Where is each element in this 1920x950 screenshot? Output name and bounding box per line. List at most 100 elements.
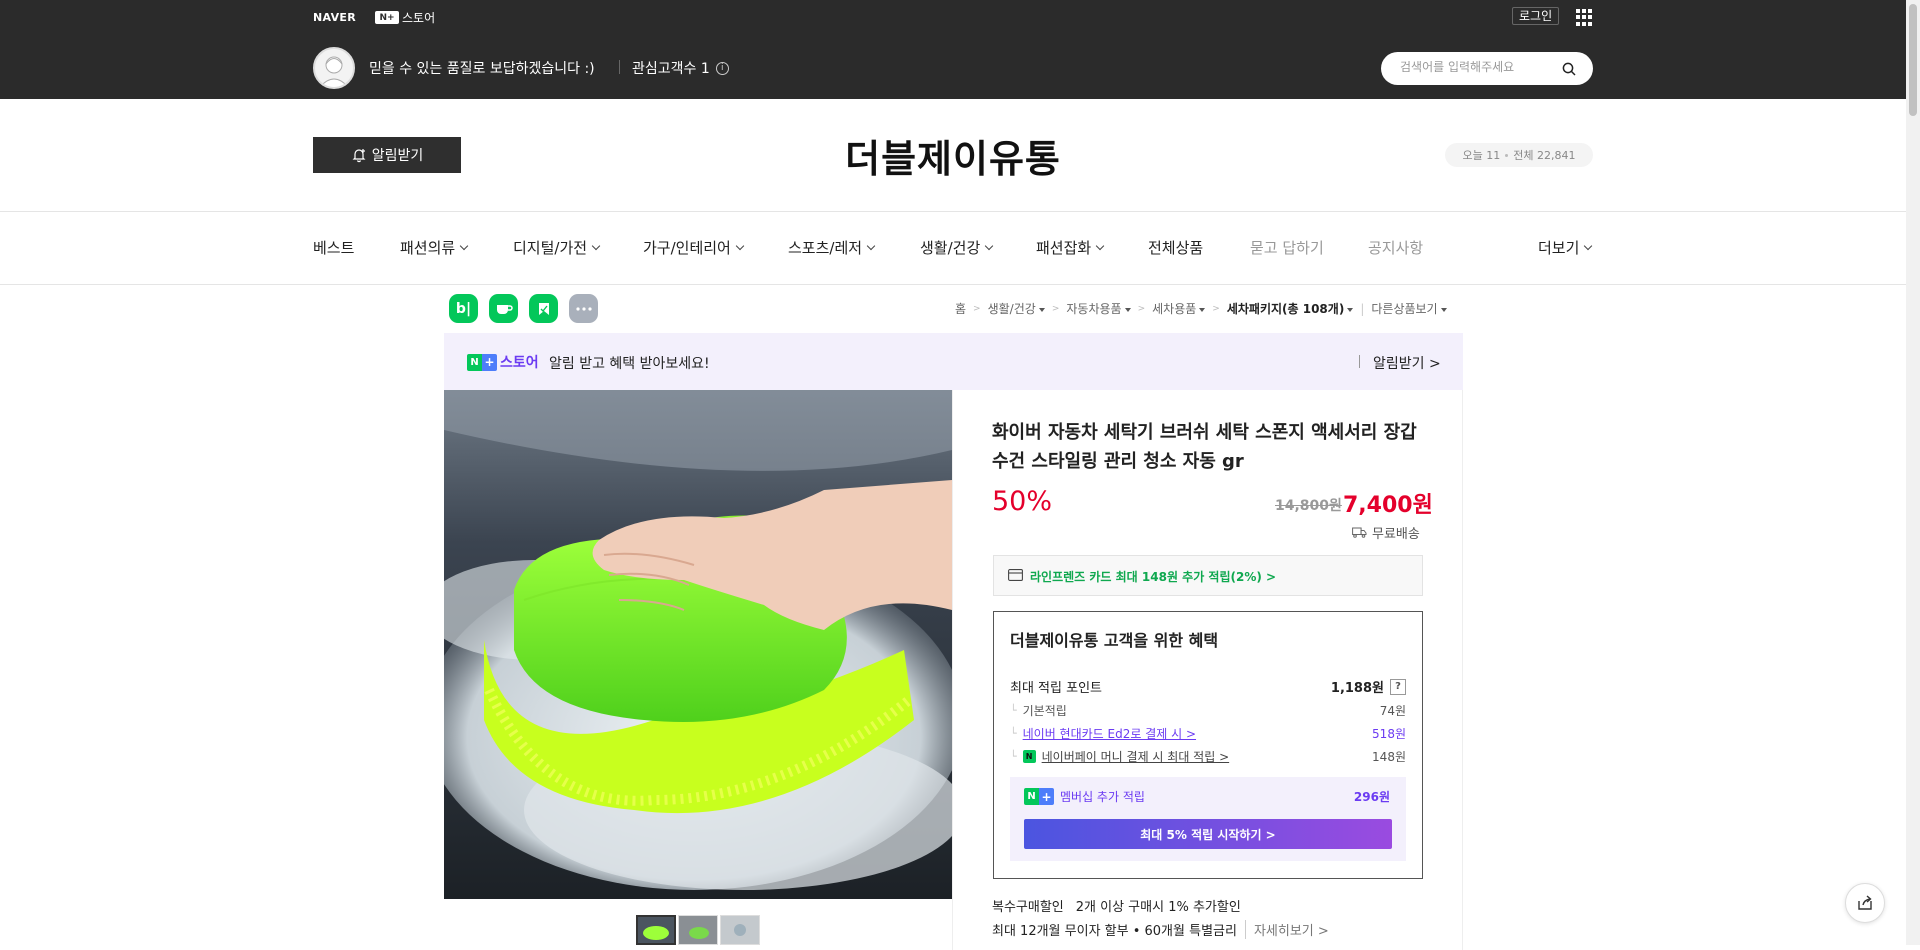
breadcrumb-home[interactable]: 홈 (955, 300, 966, 317)
breadcrumb-cat4[interactable]: 세차패키지(총 108개) (1227, 300, 1354, 317)
avatar[interactable] (313, 47, 355, 89)
scrollbar[interactable] (1906, 0, 1920, 945)
installment-more-link[interactable]: 자세히보기 > (1244, 920, 1329, 939)
chevron-down-icon (1095, 241, 1105, 250)
membership-box: N + 멤버십 추가 적립 296원 최대 5% 적립 시작하기 > (1010, 777, 1406, 861)
search-icon[interactable] (1562, 62, 1576, 76)
divider: | (1360, 301, 1365, 316)
max-points-label: 최대 적립 포인트 (1010, 681, 1102, 696)
product-image[interactable] (444, 390, 952, 899)
apps-grid-icon[interactable] (1576, 9, 1593, 26)
chevron-down-icon (735, 241, 745, 250)
membership-start-button[interactable]: 최대 5% 적립 시작하기 > (1024, 819, 1392, 849)
chevron-down-icon (866, 241, 876, 250)
breadcrumb: 홈 > 생활/건강 > 자동차용품 > 세차용품 > 세차패키지(총 108개)… (955, 300, 1447, 317)
promo-notify-link[interactable]: 알림받기 > (1373, 353, 1441, 373)
store-name[interactable]: 더블제이유통 (0, 128, 1906, 183)
npay-points-row: └ N 네이버페이 머니 결제 시 최대 적립 > 148원 (1010, 748, 1406, 765)
promo-logo-label: 스토어 (500, 355, 539, 371)
chevron-right-icon: > (1137, 303, 1146, 314)
nav-item-more[interactable]: 더보기 (1538, 237, 1593, 258)
npay-link[interactable]: 네이버페이 머니 결제 시 최대 적립 > (1042, 748, 1230, 765)
blog-share-icon[interactable]: b| (449, 294, 478, 323)
chevron-right-icon: > (973, 303, 981, 314)
chevron-down-icon (591, 241, 601, 250)
card-benefit-text: 라인프렌즈 카드 최대 148원 추가 적립(2%) > (1030, 570, 1277, 584)
nplus-icon: N + (1024, 788, 1054, 805)
membership-row: N + 멤버십 추가 적립 (1024, 788, 1145, 805)
basic-points-row: └ 기본적립 74원 (1010, 702, 1406, 719)
promo-text: 알림 받고 혜택 받아보세요! (549, 356, 710, 372)
hyundai-card-link[interactable]: 네이버 현대카드 Ed2로 결제 시 > (1023, 725, 1196, 742)
naver-logo[interactable]: NAVER (313, 11, 356, 24)
bulk-discount: 복수구매할인 2개 이상 구매시 1% 추가할인 (992, 896, 1241, 915)
caret-down-icon (1038, 307, 1045, 312)
thumbnail-image[interactable] (678, 915, 718, 945)
benefit-title: 더블제이유통 고객을 위한 혜택 (1010, 631, 1219, 650)
caret-down-icon (1347, 307, 1354, 312)
card-points-value: 518원 (1372, 727, 1406, 741)
nav-item-fashion-clothing[interactable]: 패션의류 (400, 237, 469, 258)
other-products-link[interactable]: 다른상품보기 (1371, 300, 1447, 317)
thumbnail-image[interactable] (720, 915, 760, 945)
chevron-down-icon (459, 241, 469, 250)
divider (1359, 355, 1360, 368)
breadcrumb-cat3[interactable]: 세차용품 (1152, 300, 1206, 317)
max-points-row: 최대 적립 포인트 1,188원 ? (1010, 677, 1406, 696)
chevron-right-icon: > (1212, 303, 1220, 314)
nav-item-best[interactable]: 베스트 (313, 237, 354, 258)
npay-icon: N (1022, 750, 1036, 763)
fans-count: 관심고객수 1 i (632, 58, 729, 78)
tree-branch-icon: └ (1010, 727, 1017, 740)
bulk-discount-text: 2개 이상 구매시 1% 추가할인 (1075, 900, 1241, 915)
cafe-share-icon[interactable] (489, 294, 518, 323)
dot-separator (1505, 153, 1509, 157)
caret-down-icon (1199, 307, 1206, 312)
thumbnail-image[interactable] (636, 915, 676, 945)
nplus-label: 스토어 (402, 11, 436, 25)
sale-price: 7,400원 (1343, 493, 1433, 518)
promo-banner: N + 스토어 알림 받고 혜택 받아보세요! 알림받기 > (444, 333, 1463, 390)
nav-item-all-products[interactable]: 전체상품 (1148, 237, 1203, 258)
top-bar: NAVER N+ 스토어 로그인 믿을 수 있는 품질로 보답하겠습니다 :) … (0, 0, 1906, 99)
nav-item-fashion-goods[interactable]: 패션잡화 (1036, 237, 1105, 258)
breadcrumb-cat2[interactable]: 자동차용품 (1066, 300, 1131, 317)
visitors-total: 전체 22,841 (1513, 149, 1576, 162)
divider (0, 211, 1906, 212)
tree-branch-icon: └ (1010, 704, 1017, 717)
help-icon[interactable]: ? (1390, 678, 1406, 695)
visitor-counter: 오늘 11 전체 22,841 (1445, 143, 1593, 167)
nav-item-furniture[interactable]: 가구/인테리어 (643, 237, 745, 258)
truck-icon (1352, 527, 1367, 538)
nplus-store-logo[interactable]: N+ 스토어 (375, 9, 435, 26)
chevron-down-icon (985, 241, 994, 250)
bookmark-share-icon[interactable] (529, 294, 558, 323)
original-price: 14,800원 (1275, 498, 1342, 514)
card-benefit-banner[interactable]: 라인프렌즈 카드 최대 148원 추가 적립(2%) > (993, 555, 1423, 596)
search-input[interactable] (1400, 60, 1560, 74)
nav-item-sports[interactable]: 스포츠/레저 (788, 237, 876, 258)
visitors-today: 오늘 11 (1462, 149, 1501, 162)
nav-item-qna[interactable]: 묻고 답하기 (1250, 237, 1324, 258)
nav-item-notice[interactable]: 공지사항 (1368, 237, 1423, 258)
more-share-icon[interactable] (569, 294, 598, 323)
nplus-icon: N + (467, 353, 497, 371)
nplus-box: N+ (375, 11, 399, 24)
scrollbar-thumb[interactable] (1909, 4, 1917, 116)
login-button[interactable]: 로그인 (1512, 7, 1560, 25)
card-points-row: └ 네이버 현대카드 Ed2로 결제 시 > 518원 (1010, 725, 1406, 742)
info-icon[interactable]: i (715, 61, 729, 75)
breadcrumb-cat1[interactable]: 생활/건강 (988, 300, 1045, 317)
nav-item-living[interactable]: 생활/건강 (920, 237, 994, 258)
tree-branch-icon: └ (1010, 750, 1017, 763)
npay-points-value: 148원 (1372, 750, 1406, 764)
thumbnail-list (636, 915, 760, 945)
discount-rate: 50% (992, 486, 1053, 517)
share-icon[interactable] (1845, 883, 1885, 923)
caret-down-icon (1440, 307, 1447, 312)
chevron-right-icon: > (1051, 303, 1060, 314)
bulk-discount-label: 복수구매할인 (992, 900, 1064, 915)
nav-item-digital[interactable]: 디지털/가전 (513, 237, 601, 258)
divider (619, 60, 620, 74)
membership-value: 296원 (1353, 790, 1390, 804)
